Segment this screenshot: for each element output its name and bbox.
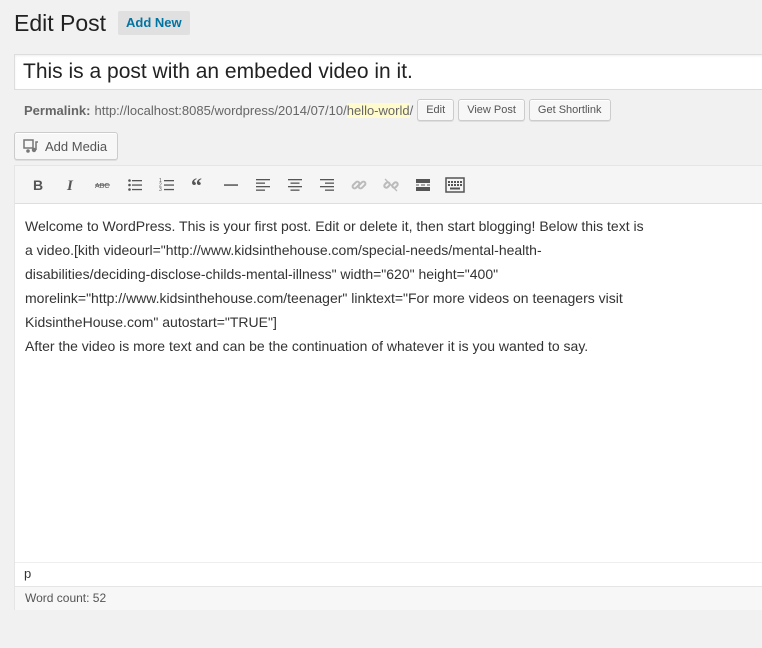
bulleted-list-icon[interactable] <box>119 170 151 200</box>
svg-text:B: B <box>33 177 43 193</box>
permalink-row: Permalink: http://localhost:8085/wordpre… <box>24 97 611 123</box>
content-paragraph: After the video is more text and can be … <box>25 338 589 354</box>
permalink-url-prefix: http://localhost:8085/wordpress/2014/07/… <box>94 102 347 118</box>
read-more-icon[interactable] <box>407 170 439 200</box>
unlink-icon[interactable] <box>375 170 407 200</box>
align-right-icon[interactable] <box>311 170 343 200</box>
svg-text:“: “ <box>191 177 202 193</box>
get-shortlink-button[interactable]: Get Shortlink <box>528 99 611 121</box>
align-left-icon[interactable] <box>247 170 279 200</box>
add-media-button[interactable]: Add Media <box>14 132 119 160</box>
italic-icon[interactable]: I <box>55 170 87 200</box>
view-post-button[interactable]: View Post <box>458 99 525 121</box>
permalink-url[interactable]: http://localhost:8085/wordpress/2014/07/… <box>94 102 414 118</box>
permalink-label: Permalink: <box>24 102 91 118</box>
add-new-button[interactable]: Add New <box>118 11 190 35</box>
editor-path-bar: p <box>15 562 762 586</box>
numbered-list-icon[interactable]: 1 2 3 <box>151 170 183 200</box>
svg-text:3: 3 <box>159 187 162 193</box>
edit-permalink-button[interactable]: Edit <box>417 99 455 121</box>
strikethrough-icon[interactable]: ABC <box>87 170 119 200</box>
horizontal-line-icon[interactable] <box>215 170 247 200</box>
align-center-icon[interactable] <box>279 170 311 200</box>
page-title: Edit Post <box>14 10 107 36</box>
blockquote-icon[interactable]: “ <box>183 170 215 200</box>
content-paragraph: Welcome to WordPress. This is your first… <box>25 218 644 330</box>
permalink-slug[interactable]: hello-world <box>346 102 410 118</box>
editor-content[interactable]: Welcome to WordPress. This is your first… <box>15 204 655 358</box>
toolbar-toggle-icon[interactable] <box>439 170 471 200</box>
bold-icon[interactable]: B <box>23 170 55 200</box>
permalink-url-suffix: / <box>409 102 414 118</box>
word-count: Word count: 52 <box>15 586 762 610</box>
post-title-input[interactable]: This is a post with an embeded video in … <box>14 54 762 90</box>
add-media-label: Add Media <box>45 138 108 154</box>
svg-text:ABC: ABC <box>95 183 109 190</box>
svg-text:I: I <box>66 178 74 193</box>
media-icon <box>23 139 38 153</box>
editor-toolbar: B I ABC 1 2 3 “ <box>15 166 762 204</box>
link-icon[interactable] <box>343 170 375 200</box>
post-editor: B I ABC 1 2 3 “ Welcome to WordPress. Th… <box>14 165 762 610</box>
